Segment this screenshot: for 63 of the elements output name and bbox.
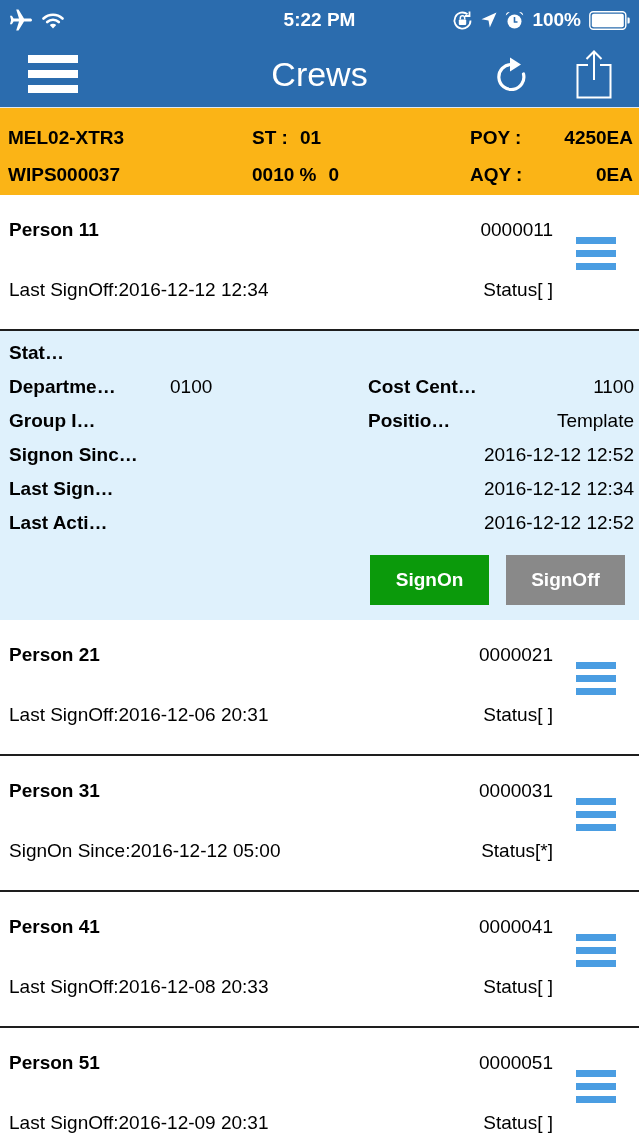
crew-number: 0000041 (479, 915, 553, 939)
status-text: Status[ ] (483, 1111, 553, 1135)
status-text: Status[*] (481, 839, 553, 863)
sign-time-text: Last SignOff:2016-12-06 20:31 (9, 703, 269, 727)
location-arrow-icon (481, 12, 498, 28)
sign-time-text: Last SignOff:2016-12-09 20:31 (9, 1111, 269, 1135)
detail-label: Stat… (9, 341, 64, 365)
sign-time-text: Last SignOff:2016-12-08 20:33 (9, 975, 269, 999)
detail-label: Last Sign… (9, 477, 114, 501)
detail-value: 0100 (170, 375, 213, 399)
crew-name: Person 21 (9, 643, 100, 667)
detail-value: Template (556, 409, 634, 433)
screen-title: Crews (271, 53, 368, 94)
status-text: Status[ ] (483, 278, 553, 302)
detail-label: Group I… (9, 409, 97, 433)
detail-label: Signon Sinc… (9, 443, 138, 467)
status-text: Status[ ] (483, 975, 553, 999)
battery-percentage: 100% (532, 8, 581, 32)
crew-name: Person 11 (9, 218, 99, 242)
detail-value: 2016-12-12 12:52 (484, 443, 634, 467)
detail-label: Cost Cent… (368, 375, 477, 399)
menu-icon[interactable] (576, 798, 616, 831)
sign-off-button[interactable]: SignOff (506, 555, 625, 605)
menu-icon[interactable] (576, 934, 616, 967)
crew-name: Person 31 (9, 779, 100, 803)
menu-icon[interactable] (576, 237, 616, 270)
airplane-icon (9, 9, 33, 31)
field-label: 0010 % (252, 162, 317, 187)
share-icon[interactable] (576, 48, 612, 99)
detail-value: 2016-12-12 12:52 (484, 511, 634, 535)
crew-number: 0000021 (479, 643, 553, 667)
alarm-clock-icon (505, 10, 525, 30)
sign-time-text: SignOn Since:2016-12-12 05:00 (9, 839, 281, 863)
battery-icon (589, 10, 630, 30)
quantity-label: AQY : (470, 162, 523, 187)
crew-number: 0000051 (479, 1051, 553, 1075)
crew-number: 0000011 (480, 218, 553, 242)
detail-label: Positio… (368, 409, 451, 433)
detail-label: Last Acti… (9, 511, 108, 535)
refresh-icon[interactable] (495, 55, 527, 92)
sign-on-button[interactable]: SignOn (370, 555, 489, 605)
detail-label: Departme… (9, 375, 117, 399)
quantity-label: POY : (470, 126, 522, 150)
field-value: 0 (328, 162, 340, 187)
quantity-value: 0EA (596, 162, 633, 187)
rotation-lock-icon (452, 9, 474, 31)
sign-time-text: Last SignOff:2016-12-12 12:34 (9, 278, 269, 302)
wifi-icon (42, 11, 64, 29)
crew-name: Person 41 (9, 915, 100, 939)
field-value: 01 (299, 126, 322, 150)
menu-icon[interactable] (28, 54, 78, 93)
status-time: 5:22 PM (283, 8, 356, 32)
quantity-value: 4250EA (564, 126, 633, 150)
detail-value: 1100 (593, 375, 634, 399)
menu-icon[interactable] (576, 662, 616, 695)
order-number: MEL02-XTR3 (8, 126, 126, 150)
detail-value: 2016-12-12 12:34 (484, 477, 634, 501)
field-label: ST : (252, 126, 288, 150)
wip-number: WIPS000037 (8, 162, 121, 187)
status-text: Status[ ] (483, 703, 553, 727)
crew-number: 0000031 (479, 779, 553, 803)
menu-icon[interactable] (576, 1070, 616, 1103)
crew-name: Person 51 (9, 1051, 100, 1075)
